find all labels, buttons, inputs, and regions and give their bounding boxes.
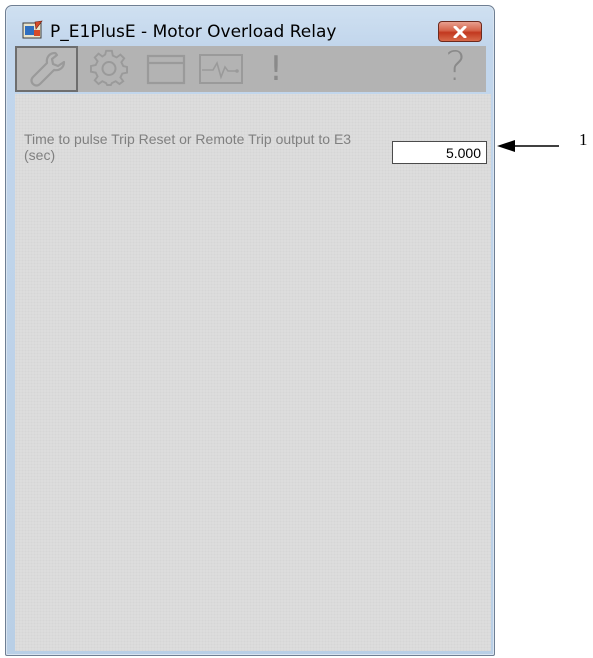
- tab-faceplate[interactable]: [141, 46, 191, 92]
- help-button[interactable]: ?: [445, 44, 466, 90]
- tab-engineering[interactable]: [85, 46, 135, 92]
- exclamation-icon: !: [269, 49, 283, 89]
- title-bar[interactable]: P_E1PlusE - Motor Overload Relay: [6, 6, 494, 42]
- window-title: P_E1PlusE - Motor Overload Relay: [50, 22, 337, 42]
- trip-reset-pulse-label: Time to pulse Trip Reset or Remote Trip …: [24, 131, 352, 163]
- close-icon: [453, 25, 467, 38]
- tab-alarms[interactable]: !: [251, 46, 301, 92]
- faceplate-window: P_E1PlusE - Motor Overload Relay ! ? Tim…: [5, 5, 495, 656]
- tab-trends[interactable]: [196, 46, 246, 92]
- window-icon: [146, 54, 186, 85]
- tab-maintenance[interactable]: [15, 46, 78, 92]
- maintenance-panel: Time to pulse Trip Reset or Remote Trip …: [15, 94, 491, 651]
- tab-toolbar: ! ?: [15, 44, 486, 92]
- wrench-icon: [29, 51, 65, 87]
- gear-icon: [90, 49, 129, 86]
- callout-arrow: [497, 140, 559, 152]
- callout-number: 1: [579, 130, 588, 149]
- close-button[interactable]: [438, 21, 482, 42]
- trend-icon: [199, 54, 243, 84]
- trip-reset-pulse-time-input[interactable]: [392, 141, 487, 164]
- app-icon: [22, 20, 43, 39]
